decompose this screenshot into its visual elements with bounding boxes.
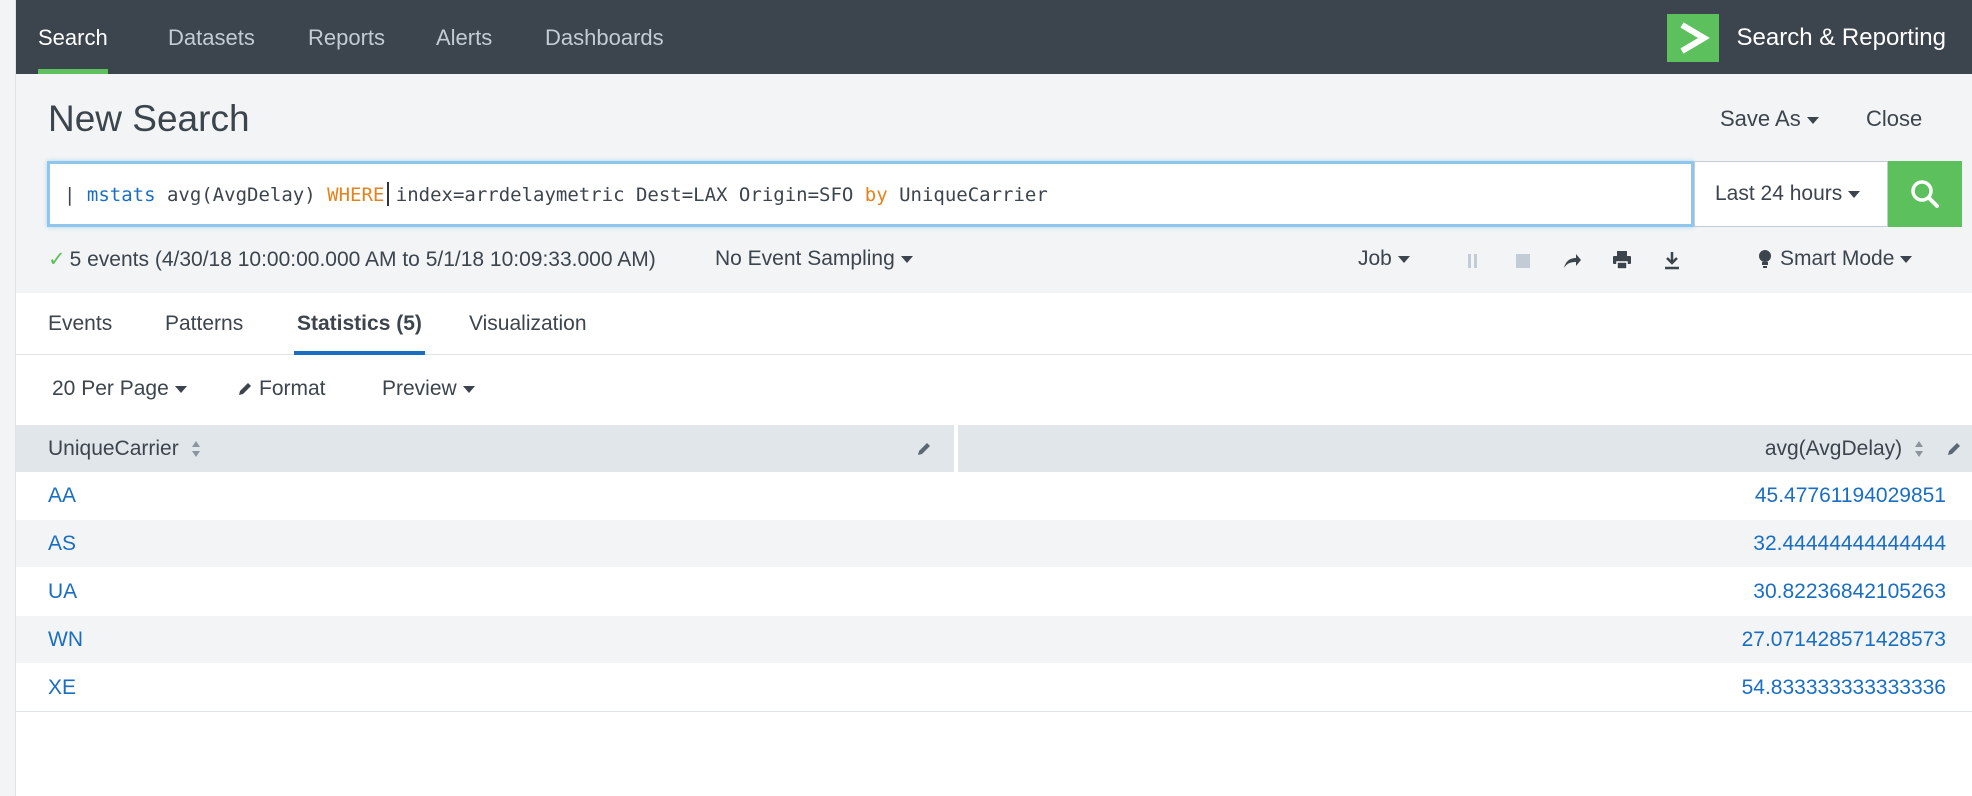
table-row: AA 45.47761194029851 <box>16 472 1972 520</box>
per-page-label: 20 Per Page <box>52 377 169 400</box>
format-label: Format <box>259 377 326 400</box>
nav-search[interactable]: Search <box>38 0 108 74</box>
query-command: mstats <box>86 184 156 206</box>
column-divider <box>954 425 958 472</box>
table-row: XE 54.833333333333336 <box>16 664 1972 712</box>
top-nav: Search Datasets Reports Alerts Dashboard… <box>16 0 1972 74</box>
save-as-dropdown[interactable]: Save As <box>1720 106 1819 132</box>
chevron-down-icon <box>1848 190 1861 198</box>
lightbulb-icon <box>1759 250 1771 269</box>
tab-patterns[interactable]: Patterns <box>165 293 243 355</box>
events-summary: 5 events (4/30/18 10:00:00.000 AM to 5/1… <box>69 248 656 271</box>
chevron-down-icon <box>900 255 913 263</box>
cell-avg-delay[interactable]: 45.47761194029851 <box>1755 472 1946 520</box>
pencil-icon <box>239 383 251 396</box>
tab-visualization[interactable]: Visualization <box>469 293 587 355</box>
search-mode-dropdown[interactable]: Smart Mode <box>1758 247 1913 271</box>
edit-column-icon[interactable] <box>1946 425 1962 472</box>
query-filter: index=arrdelaymetric Dest=LAX Origin=SFO <box>384 184 865 206</box>
event-sampling-dropdown[interactable]: No Event Sampling <box>715 247 913 271</box>
cell-avg-delay[interactable]: 32.44444444444444 <box>1753 520 1946 568</box>
app-title: Search & Reporting <box>1736 24 1946 51</box>
edit-column-icon[interactable] <box>916 425 932 472</box>
job-status: ✓ 5 events (4/30/18 10:00:00.000 AM to 5/… <box>48 247 656 272</box>
sort-icon <box>191 441 200 458</box>
cell-carrier[interactable]: UA <box>48 568 77 616</box>
tab-statistics[interactable]: Statistics (5) <box>294 293 425 355</box>
preview-label: Preview <box>382 377 457 400</box>
column-header-label: UniqueCarrier <box>48 437 179 460</box>
time-range-label: Last 24 hours <box>1715 182 1843 205</box>
search-button[interactable] <box>1888 161 1962 227</box>
cell-carrier[interactable]: WN <box>48 616 83 664</box>
page-title: New Search <box>48 98 250 139</box>
check-icon: ✓ <box>48 248 66 271</box>
cell-carrier[interactable]: AA <box>48 472 76 520</box>
results-table: UniqueCarrier avg(AvgDelay) AA 45.477611… <box>16 425 1972 712</box>
cell-carrier[interactable]: XE <box>48 664 76 712</box>
event-sampling-label: No Event Sampling <box>715 247 895 270</box>
app-brand[interactable]: Search & Reporting <box>1666 14 1946 62</box>
chevron-down-icon <box>462 385 475 393</box>
nav-datasets[interactable]: Datasets <box>168 0 255 74</box>
column-header-avgdelay[interactable]: avg(AvgDelay) <box>1765 425 1924 472</box>
job-menu[interactable]: Job <box>1358 247 1410 271</box>
search-icon <box>1911 180 1939 208</box>
left-panel-edge <box>0 0 16 796</box>
time-range-picker[interactable]: Last 24 hours <box>1694 161 1888 227</box>
tab-events[interactable]: Events <box>48 293 112 355</box>
query-pipe: | <box>64 184 87 206</box>
preview-dropdown[interactable]: Preview <box>382 377 475 401</box>
job-label: Job <box>1358 247 1392 270</box>
cell-avg-delay[interactable]: 27.071428571428573 <box>1742 616 1946 664</box>
print-icon[interactable] <box>1611 249 1633 271</box>
chevron-down-icon <box>174 385 187 393</box>
query-args: avg(AvgDelay) <box>155 184 328 206</box>
stop-icon[interactable] <box>1512 250 1534 272</box>
per-page-dropdown[interactable]: 20 Per Page <box>52 377 187 401</box>
export-icon[interactable] <box>1661 249 1683 271</box>
nav-reports[interactable]: Reports <box>308 0 385 74</box>
save-as-label: Save As <box>1720 106 1801 131</box>
cell-avg-delay[interactable]: 54.833333333333336 <box>1742 664 1946 712</box>
text-cursor <box>387 182 389 206</box>
cell-avg-delay[interactable]: 30.82236842105263 <box>1753 568 1946 616</box>
share-icon[interactable] <box>1561 250 1583 272</box>
close-button[interactable]: Close <box>1866 106 1922 132</box>
results-tabs: Events Patterns Statistics (5) Visualiza… <box>16 293 1972 355</box>
cell-carrier[interactable]: AS <box>48 520 76 568</box>
column-header-uniquecarrier[interactable]: UniqueCarrier <box>48 425 201 472</box>
chevron-down-icon <box>1806 116 1819 124</box>
query-by: by <box>864 184 888 206</box>
query-groupby: UniqueCarrier <box>887 184 1048 206</box>
format-button[interactable]: Format <box>237 377 326 401</box>
query-where: WHERE <box>327 184 385 206</box>
table-row: WN 27.071428571428573 <box>16 616 1972 664</box>
app-logo-icon <box>1666 14 1719 62</box>
nav-dashboards[interactable]: Dashboards <box>545 0 664 74</box>
column-header-label: avg(AvgDelay) <box>1764 437 1903 460</box>
chevron-down-icon <box>1900 255 1913 263</box>
search-mode-label: Smart Mode <box>1780 247 1895 270</box>
search-page: Search Datasets Reports Alerts Dashboard… <box>16 0 1972 796</box>
table-row: AS 32.44444444444444 <box>16 520 1972 568</box>
table-row: UA 30.82236842105263 <box>16 568 1972 616</box>
search-input[interactable]: | mstats avg(AvgDelay) WHERE index=arrde… <box>47 161 1694 227</box>
results-toolbar: 20 Per Page Format Preview <box>16 355 1972 425</box>
nav-alerts[interactable]: Alerts <box>436 0 492 74</box>
search-query: | mstats avg(AvgDelay) WHERE index=arrde… <box>64 184 1048 206</box>
sort-icon <box>1915 441 1923 458</box>
chevron-down-icon <box>1397 255 1410 263</box>
pause-icon[interactable] <box>1462 250 1484 272</box>
table-header: UniqueCarrier avg(AvgDelay) <box>16 425 1972 472</box>
